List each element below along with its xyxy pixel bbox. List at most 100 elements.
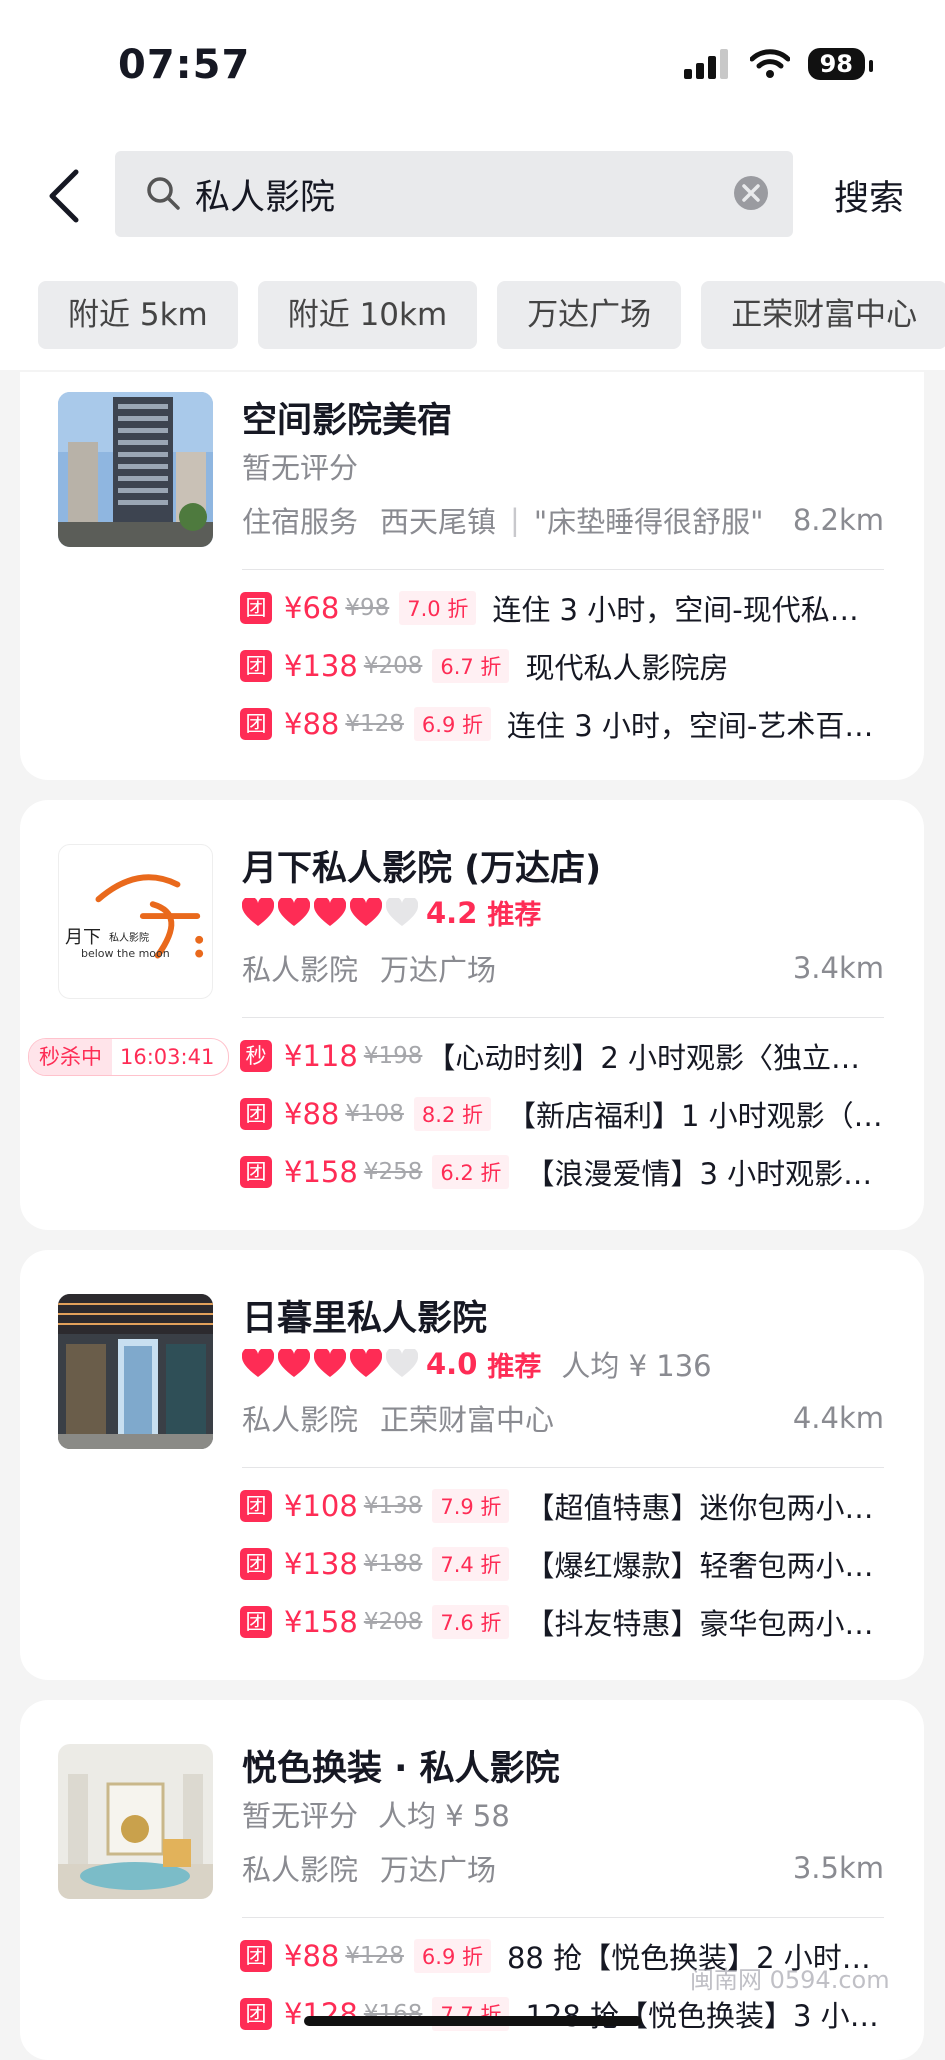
search-query: 私人影院 [195, 178, 336, 218]
deal-row[interactable]: 团 ¥68 ¥98 7.0 折 连住 3 小时，空间-现代私人影院房 [240, 588, 884, 628]
deal-row[interactable]: 秒 ¥118 ¥198 【心动时刻】2 小时观影〈独立茶室〉 [240, 1036, 884, 1076]
rating-row: 4.2 推荐 [242, 893, 541, 932]
discount-badge: 8.2 折 [413, 1097, 491, 1131]
group-tag: 团 [240, 1548, 272, 1580]
chip-nearby-5km[interactable]: 附近 5km [38, 281, 238, 349]
heart-empty-icon [386, 897, 418, 926]
divider [242, 1917, 884, 1918]
group-tag: 团 [240, 1490, 272, 1522]
discount-badge: 7.0 折 [399, 591, 477, 625]
search-icon [147, 177, 180, 210]
original-price: ¥198 [363, 1043, 423, 1069]
group-tag: 团 [240, 650, 272, 682]
deal-row[interactable]: 团 ¥88 ¥128 6.9 折 连住 3 小时，空间-艺术百老汇房 [240, 704, 884, 744]
group-tag: 团 [240, 1156, 272, 1188]
shop-card[interactable]: 悦色换装 · 私人影院 暂无评分 人均 ¥ 58 私人影院 万达广场 3.5km… [20, 1700, 924, 2060]
filter-chips: 附近 5km 附近 10km 万达广场 正荣财富中心 [38, 281, 945, 349]
distance: 8.2km [792, 503, 884, 537]
category: 住宿服务 [242, 505, 359, 539]
deal-row[interactable]: 团 ¥138 ¥188 7.4 折 【爆红爆款】轻奢包两小时观影 [240, 1544, 884, 1584]
deal-price: ¥88 [284, 1097, 340, 1131]
rating-score: 4.2 [426, 895, 478, 930]
rating-hearts [242, 1349, 418, 1379]
shop-name[interactable]: 悦色换装 · 私人影院 [242, 1740, 560, 1791]
info-row: 私人影院 万达广场 3.5km [242, 1847, 884, 1889]
flash-tag: 秒 [240, 1040, 272, 1072]
divider [242, 569, 884, 570]
shop-card[interactable]: 日暮里私人影院 4.0 推荐 人均 ¥ 136 私人影院 正荣财富中心 4.4k… [20, 1250, 924, 1680]
deal-row[interactable]: 团 ¥158 ¥258 6.2 折 【浪漫爱情】3 小时观影〈独立茶室〉 [240, 1152, 884, 1192]
deal-desc: 【心动时刻】2 小时观影〈独立茶室〉 [426, 1041, 884, 1075]
shop-name[interactable]: 日暮里私人影院 [242, 1290, 487, 1341]
deal-row[interactable]: 团 ¥108 ¥138 7.9 折 【超值特惠】迷你包两小时观影 [240, 1486, 884, 1526]
discount-badge: 6.9 折 [413, 707, 491, 741]
status-icons: 98 [683, 48, 874, 80]
shop-thumbnail [58, 1744, 213, 1899]
discount-badge: 7.6 折 [432, 1605, 510, 1639]
shop-name[interactable]: 空间影院美宿 [242, 392, 452, 443]
shop-logo: 月下 私人影院 below the moon [58, 844, 213, 999]
deal-price: ¥88 [284, 1939, 340, 1973]
shop-thumbnail [58, 392, 213, 547]
deal-row[interactable]: 团 ¥138 ¥208 6.7 折 现代私人影院房 [240, 646, 884, 686]
back-arrow-icon[interactable] [44, 168, 84, 224]
divider [242, 1467, 884, 1468]
original-price: ¥188 [363, 1551, 423, 1577]
group-tag: 团 [240, 1098, 272, 1130]
flash-sale-badge: 秒杀中 16:03:41 [28, 1038, 230, 1076]
area: 万达广场 [380, 1853, 497, 1887]
deal-desc: 128 抢【悦色换装】3 小时任意观影 [525, 1999, 884, 2033]
deal-desc: 连住 3 小时，空间-艺术百老汇房 [506, 709, 884, 743]
shop-card[interactable]: 空间影院美宿 暂无评分 住宿服务 西天尾镇 | "床垫睡得很舒服" 8.2km … [20, 372, 924, 780]
rating-text: 暂无评分 [242, 1799, 359, 1833]
logo-english: below the moon [81, 947, 170, 960]
area: 万达广场 [380, 953, 497, 987]
discount-badge: 6.2 折 [432, 1155, 510, 1189]
rating-row: 暂无评分 [242, 445, 358, 487]
rating-hearts [242, 897, 418, 928]
original-price: ¥98 [345, 595, 390, 621]
original-price: ¥208 [363, 653, 423, 679]
deal-price: ¥138 [284, 1547, 358, 1581]
heart-empty-icon [386, 1349, 418, 1377]
distance: 3.4km [792, 951, 884, 985]
chip-nearby-10km[interactable]: 附近 10km [257, 281, 478, 349]
deal-desc: 【浪漫爱情】3 小时观影〈独立茶室〉 [525, 1157, 884, 1191]
deal-price: ¥68 [284, 591, 340, 625]
chip-wanda-plaza[interactable]: 万达广场 [497, 281, 682, 349]
clear-icon[interactable] [733, 175, 769, 211]
divider-bar: | [510, 503, 520, 537]
deal-desc: 【超值特惠】迷你包两小时观影 [525, 1491, 884, 1525]
heart-icon [314, 897, 346, 926]
original-price: ¥128 [345, 711, 404, 737]
heart-icon [278, 1349, 310, 1377]
area: 西天尾镇 [380, 505, 497, 539]
group-tag: 团 [240, 708, 272, 740]
deal-price: ¥108 [284, 1489, 358, 1523]
area: 正荣财富中心 [380, 1403, 555, 1437]
deal-row[interactable]: 团 ¥128 ¥168 7.7 折 128 抢【悦色换装】3 小时任意观影 [240, 1994, 884, 2034]
deal-desc: 连住 3 小时，空间-现代私人影院房 [492, 593, 884, 627]
deal-desc: 【爆红爆款】轻奢包两小时观影 [525, 1549, 884, 1583]
search-button[interactable]: 搜索 [834, 170, 904, 221]
average-price: 人均 ¥ 136 [561, 1349, 712, 1383]
heart-icon [242, 897, 274, 926]
status-time: 07:57 [118, 42, 251, 88]
heart-icon [242, 1349, 274, 1377]
shop-name[interactable]: 月下私人影院 (万达店) [242, 840, 601, 891]
rating-text: 暂无评分 [242, 451, 359, 485]
flash-sale-label: 秒杀中 [29, 1039, 112, 1075]
discount-badge: 7.4 折 [432, 1547, 510, 1581]
average-price: 人均 ¥ 58 [378, 1799, 510, 1833]
heart-icon [314, 1349, 346, 1377]
group-tag: 团 [240, 1940, 272, 1972]
search-input[interactable]: 私人影院 [115, 151, 793, 237]
shop-card[interactable]: 月下 私人影院 below the moon 月下私人影院 (万达店) 4.2 … [20, 800, 924, 1230]
deal-row[interactable]: 团 ¥88 ¥108 8.2 折 【新店福利】1 小时观影（独立茶室） [240, 1094, 884, 1134]
deal-price: ¥158 [284, 1605, 358, 1639]
chip-zhengrong-center[interactable]: 正荣财富中心 [701, 281, 945, 349]
deal-row[interactable]: 团 ¥158 ¥208 7.6 折 【抖友特惠】豪华包两小时观影 [240, 1602, 884, 1642]
recommend-label: 推荐 [487, 900, 542, 931]
original-price: ¥208 [363, 1609, 423, 1635]
group-tag: 团 [240, 1606, 272, 1638]
